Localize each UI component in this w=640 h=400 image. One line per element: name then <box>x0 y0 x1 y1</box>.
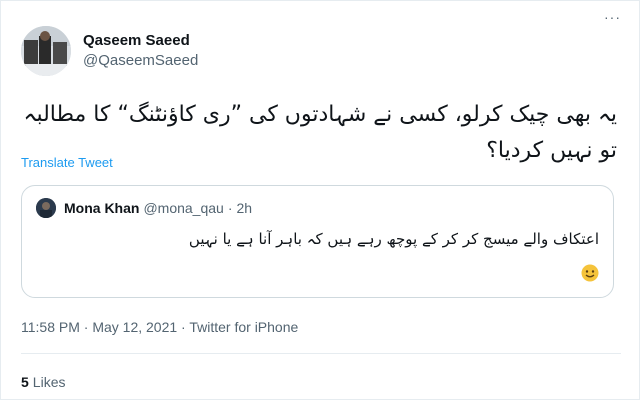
quoted-avatar-photo-icon <box>36 198 56 218</box>
quoted-author-avatar[interactable] <box>36 198 56 218</box>
author-avatar[interactable] <box>21 26 71 76</box>
avatar-photo-icon <box>21 26 71 76</box>
quoted-separator: · <box>227 200 233 216</box>
quoted-author-name[interactable]: Mona Khan <box>64 199 139 217</box>
smiling-face-emoji-icon <box>581 264 599 282</box>
quoted-author-handle[interactable]: @mona_qau <box>143 199 223 217</box>
quoted-tweet[interactable]: Mona Khan @mona_qau · 2h اعتکاف والے میس… <box>21 185 614 298</box>
author-names: Qaseem Saeed @QaseemSaeed <box>83 31 198 71</box>
quoted-tweet-text: اعتکاف والے میسج کر کر کے پوچھ رہے ہیں ک… <box>188 230 599 248</box>
tweet-timestamp-source[interactable]: 11:58 PM · May 12, 2021 · Twitter for iP… <box>21 319 298 335</box>
likes-number: 5 <box>21 374 29 390</box>
tweet-card: Qaseem Saeed @QaseemSaeed ··· یہ بھی چیک… <box>0 0 640 400</box>
quoted-tweet-header: Mona Khan @mona_qau · 2h <box>36 198 252 218</box>
tweet-header: Qaseem Saeed @QaseemSaeed <box>21 25 621 77</box>
author-handle[interactable]: @QaseemSaeed <box>83 51 198 71</box>
divider <box>21 353 621 354</box>
quoted-time[interactable]: 2h <box>237 199 253 217</box>
likes-label: Likes <box>32 374 66 390</box>
translate-tweet-link[interactable]: Translate Tweet <box>21 155 113 170</box>
likes-count[interactable]: 5 Likes <box>21 374 65 390</box>
author-display-name[interactable]: Qaseem Saeed <box>83 31 198 51</box>
more-options-icon[interactable]: ··· <box>604 9 621 25</box>
